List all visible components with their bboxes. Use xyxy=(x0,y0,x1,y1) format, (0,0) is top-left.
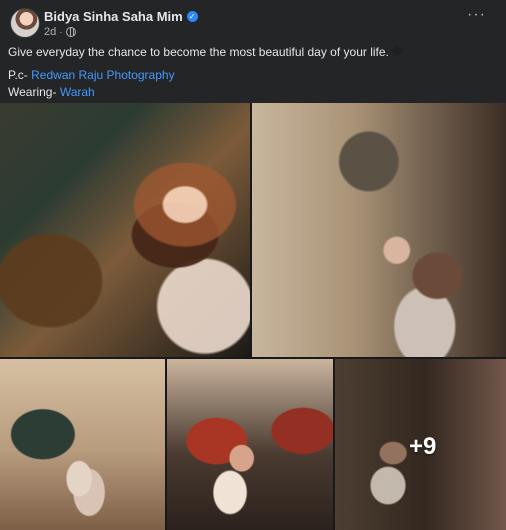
public-globe-icon xyxy=(65,27,76,37)
post-caption: Give everyday the chance to become the m… xyxy=(8,44,498,101)
photo-3[interactable] xyxy=(0,359,165,530)
caption-line: Give everyday the chance to become the m… xyxy=(8,44,498,61)
author-row: Bidya Sinha Saha Mim ✓ xyxy=(44,9,198,24)
outfit-link[interactable]: Warah xyxy=(60,85,95,99)
profile-avatar[interactable] xyxy=(10,8,40,38)
caption-text: Give everyday the chance to become the m… xyxy=(8,45,389,59)
photographer-link[interactable]: Redwan Raju Photography xyxy=(31,68,174,82)
more-photos-count[interactable]: +9 xyxy=(409,433,436,461)
post-header: Bidya Sinha Saha Mim ✓ 2d · ··· xyxy=(0,0,506,40)
outfit-label: Wearing- xyxy=(8,85,57,99)
author-name[interactable]: Bidya Sinha Saha Mim xyxy=(44,9,183,24)
photo-grid: +9 xyxy=(0,103,506,530)
facebook-post: Bidya Sinha Saha Mim ✓ 2d · ··· Give eve… xyxy=(0,0,506,530)
photo-1[interactable] xyxy=(0,103,250,357)
meta-separator: · xyxy=(59,26,63,38)
post-timestamp[interactable]: 2d xyxy=(44,26,56,38)
outfit-credit: Wearing- Warah xyxy=(8,84,498,101)
photo-2[interactable] xyxy=(252,103,506,357)
photographer-credit: P.c- Redwan Raju Photography xyxy=(8,67,498,84)
photographer-label: P.c- xyxy=(8,68,28,82)
verified-icon: ✓ xyxy=(186,11,198,22)
post-meta: 2d · xyxy=(44,26,76,38)
more-options-icon[interactable]: ··· xyxy=(467,7,486,23)
heart-emoji-icon xyxy=(391,45,403,57)
photo-4[interactable] xyxy=(167,359,333,530)
